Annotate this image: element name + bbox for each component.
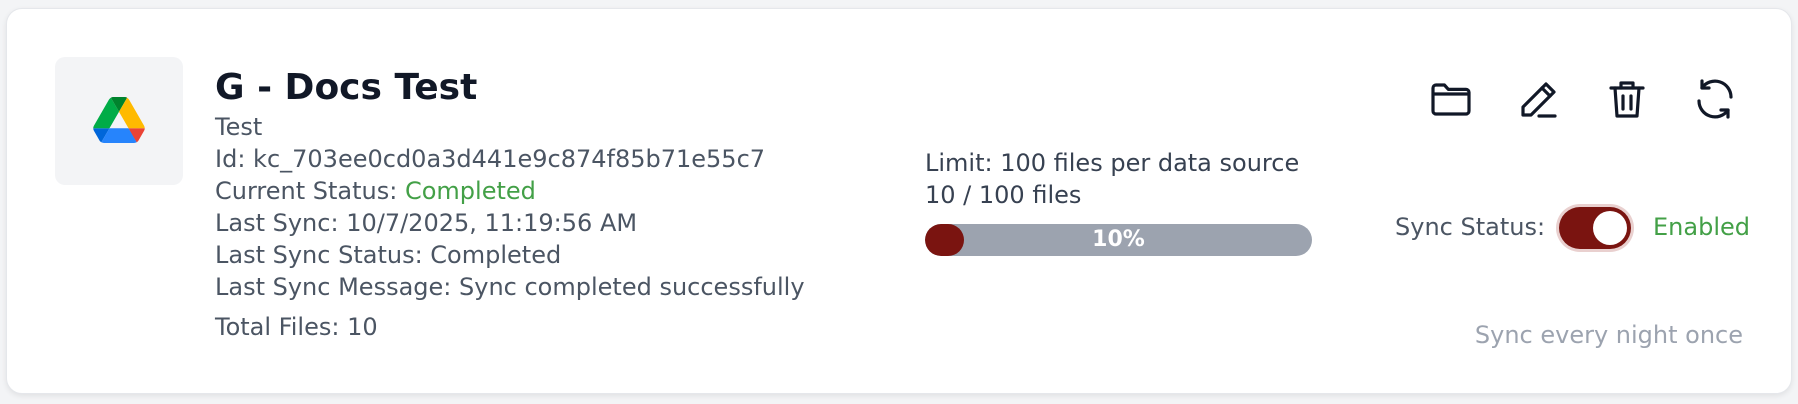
last-sync-value: 10/7/2025, 11:19:56 AM (346, 209, 638, 237)
file-limit-text: Limit: 100 files per data source (925, 149, 1300, 177)
current-status-label: Current Status: (215, 177, 398, 205)
google-drive-icon (93, 97, 145, 143)
google-drive-logo (55, 57, 183, 185)
open-folder-button[interactable] (1427, 75, 1475, 123)
last-sync-status: Last Sync Status: Completed (215, 241, 561, 269)
sync-state-text: Enabled (1653, 213, 1750, 241)
data-source-title: G - Docs Test (215, 67, 478, 108)
sync-status-toggle[interactable] (1559, 207, 1631, 249)
refresh-icon (1697, 79, 1733, 119)
file-count-text: 10 / 100 files (925, 181, 1082, 209)
last-sync-label: Last Sync: (215, 209, 339, 237)
folder-icon (1431, 83, 1471, 116)
id-label: Id: (215, 145, 246, 173)
data-source-description: Test (215, 113, 263, 141)
last-sync-message: Last Sync Message: Sync completed succes… (215, 273, 805, 301)
id-value: kc_703ee0cd0a3d441e9c874f85b71e55c7 (253, 145, 766, 173)
data-source-card: G - Docs Test Test Id: kc_703ee0cd0a3d44… (6, 8, 1792, 394)
sync-status-label: Sync Status: (1395, 213, 1546, 241)
data-source-id: Id: kc_703ee0cd0a3d441e9c874f85b71e55c7 (215, 145, 765, 173)
last-sync-status-label: Last Sync Status: (215, 241, 423, 269)
total-files-label: Total Files: (215, 313, 340, 341)
last-sync-message-value: Sync completed successfully (459, 273, 805, 301)
trash-icon (1609, 81, 1645, 118)
sync-now-button[interactable] (1691, 75, 1739, 123)
current-status: Current Status: Completed (215, 177, 536, 205)
last-sync-message-label: Last Sync Message: (215, 273, 452, 301)
last-sync: Last Sync: 10/7/2025, 11:19:56 AM (215, 209, 637, 237)
usage-progress-bar: 10% (925, 224, 1312, 256)
edit-button[interactable] (1515, 75, 1563, 123)
usage-progress-label: 10% (1092, 227, 1145, 252)
delete-button[interactable] (1603, 75, 1651, 123)
edit-icon (1521, 82, 1557, 118)
toggle-knob (1593, 211, 1627, 245)
total-files: Total Files: 10 (215, 313, 378, 341)
sync-schedule-text: Sync every night once (1474, 321, 1743, 349)
current-status-value: Completed (404, 177, 536, 205)
last-sync-status-value: Completed (430, 241, 562, 269)
total-files-value: 10 (347, 313, 378, 341)
